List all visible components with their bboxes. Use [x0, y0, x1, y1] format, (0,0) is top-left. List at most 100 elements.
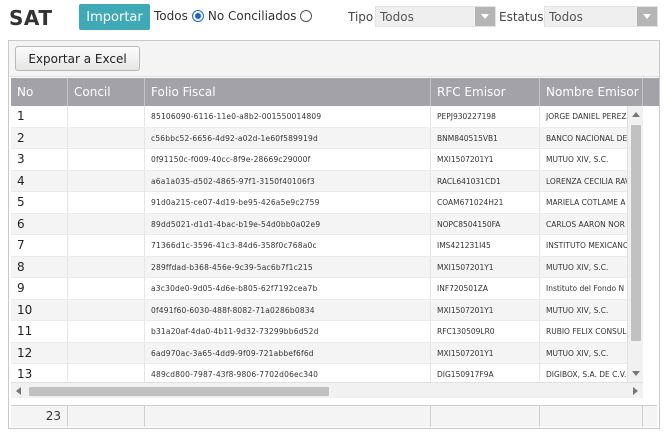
column-header-rfc-emisor[interactable]: RFC Emisor [431, 78, 540, 106]
tipo-label: Tipo [348, 10, 374, 24]
table-row[interactable]: 6 89dd5021-d1d1-4bac-b19e-54d0bb0a02e9 NOP… [11, 213, 627, 235]
table-row[interactable]: 8 289ffdad-b368-456e-9c39-5ac6b7f1c215 MXI… [11, 256, 627, 278]
cell-concil [68, 364, 145, 382]
chevron-down-icon[interactable] [637, 7, 657, 26]
cell-rfc-emisor: MXI1507201Y1 [431, 299, 540, 321]
cell-no: 4 [11, 170, 68, 192]
grid-header-filler [643, 78, 659, 106]
cell-no: 11 [11, 321, 68, 342]
estatus-label: Estatus [499, 10, 544, 24]
cell-folio-fiscal: a6a1a035-d502-4865-97f1-3150f40106f3 [145, 170, 431, 192]
cell-folio-fiscal: 91d0a215-ce07-4d19-be95-426a5e9c2759 [145, 192, 431, 213]
grid-footer: 23 [11, 405, 657, 427]
cell-folio-fiscal: 71366d1c-3596-41c3-84d6-358f0c768a0c [145, 235, 431, 256]
cell-rfc-emisor: MXI1507201Y1 [431, 149, 540, 170]
chevron-down-icon[interactable] [475, 7, 495, 26]
cell-no: 9 [11, 278, 68, 299]
vertical-scroll-thumb[interactable] [631, 125, 641, 341]
cell-rfc-emisor: BNM840515VB1 [431, 127, 540, 149]
cell-no: 3 [11, 149, 68, 170]
scroll-left-icon[interactable] [16, 387, 21, 395]
row-count: 23 [11, 406, 68, 427]
estatus-select-value: Todos [549, 10, 583, 24]
cell-no: 12 [11, 342, 68, 364]
table-row[interactable]: 3 0f91150c-f009-40cc-8f9e-28669c29000f MXI… [11, 149, 627, 171]
vertical-scrollbar[interactable] [627, 106, 643, 382]
horizontal-scroll-thumb[interactable] [29, 387, 329, 396]
cell-concil [68, 149, 145, 170]
scroll-up-icon[interactable] [632, 112, 640, 117]
radio-unreconciled[interactable] [300, 10, 313, 22]
table-row[interactable]: 11 b31a20af-4da0-4b11-9d32-73299bb6d52d RF… [11, 321, 627, 343]
scroll-down-icon[interactable] [632, 371, 640, 376]
cell-folio-fiscal: b31a20af-4da0-4b11-9d32-73299bb6d52d [145, 321, 431, 342]
cell-rfc-emisor: NOPC8504150FA [431, 213, 540, 235]
cell-concil [68, 127, 145, 149]
cell-concil [68, 256, 145, 278]
table-row[interactable]: 12 6ad970ac-3a65-4dd9-9f09-721abbef6f6d MX… [11, 342, 627, 364]
cell-concil [68, 170, 145, 192]
cell-no: 5 [11, 192, 68, 213]
footer-cell [145, 406, 431, 427]
export-excel-button[interactable]: Exportar a Excel [15, 46, 140, 71]
cell-no: 13 [11, 364, 68, 382]
cell-concil [68, 342, 145, 364]
cell-rfc-emisor: IMS421231I45 [431, 235, 540, 256]
table-row[interactable]: 9 a3c30de0-9d05-4d6e-b805-62f7192cea7b INF… [11, 278, 627, 300]
cell-folio-fiscal: c56bbc52-6656-4d92-a02d-1e60f589919d [145, 127, 431, 149]
cell-nombre-emisor: BANCO NACIONAL DE [540, 128, 627, 149]
cell-folio-fiscal: 489cd800-7987-43f8-9806-7702d06ec340 [145, 364, 431, 382]
table-row[interactable]: 4 a6a1a035-d502-4865-97f1-3150f40106f3 RAC… [11, 170, 627, 192]
cell-concil [68, 192, 145, 213]
cell-concil [68, 278, 145, 299]
cell-rfc-emisor: RACL641031CD1 [431, 170, 540, 192]
grid-toolbar: Exportar a Excel [9, 41, 659, 77]
footer-cell [68, 406, 145, 427]
cell-no: 10 [11, 299, 68, 321]
estatus-select[interactable]: Todos [544, 6, 658, 27]
radio-all[interactable] [191, 10, 204, 22]
cell-nombre-emisor: MUTUO XIV, S.C. [540, 300, 627, 321]
tipo-select[interactable]: Todos [375, 6, 496, 27]
footer-cell [540, 406, 643, 427]
scroll-right-icon[interactable] [633, 387, 638, 395]
column-header-concil[interactable]: Concil [68, 78, 145, 106]
cell-folio-fiscal: 85106090-6116-11e0-a8b2-001550014809 [145, 106, 431, 127]
column-header-nombre-emisor[interactable]: Nombre Emisor [540, 78, 643, 106]
table-row[interactable]: 1 85106090-6116-11e0-a8b2-001550014809 PEP… [11, 106, 627, 128]
cell-rfc-emisor: COAM671024H21 [431, 192, 540, 213]
cell-rfc-emisor: DIG150917F9A [431, 364, 540, 382]
horizontal-scrollbar[interactable] [11, 382, 643, 398]
grid-body: 1 85106090-6116-11e0-a8b2-001550014809 PEP… [11, 106, 627, 382]
top-bar: SAT Importar Todos No Conciliados Tipo T… [0, 0, 667, 36]
cell-folio-fiscal: 6ad970ac-3a65-4dd9-9f09-721abbef6f6d [145, 342, 431, 364]
table-row[interactable]: 5 91d0a215-ce07-4d19-be95-426a5e9c2759 COA… [11, 192, 627, 214]
cell-nombre-emisor: Instituto del Fondo N [540, 278, 627, 299]
table-row[interactable]: 2 c56bbc52-6656-4d92-a02d-1e60f589919d BNM… [11, 127, 627, 149]
cell-nombre-emisor: LORENZA CECILIA RAV [540, 171, 627, 192]
page-title: SAT [9, 6, 53, 30]
footer-cell [431, 406, 540, 427]
radio-all-label: Todos [154, 9, 188, 23]
column-header-no[interactable]: No [11, 78, 68, 106]
cell-concil [68, 235, 145, 256]
cell-concil [68, 299, 145, 321]
table-row[interactable]: 10 0f491f60-6030-488f-8082-71a0286b0834 MX… [11, 299, 627, 321]
cell-nombre-emisor: MUTUO XIV, S.C. [540, 149, 627, 170]
column-header-folio-fiscal[interactable]: Folio Fiscal [145, 78, 431, 106]
cell-nombre-emisor: JORGE DANIEL PEREZ [540, 106, 627, 127]
cell-nombre-emisor: INSTITUTO MEXICANO [540, 235, 627, 256]
cell-no: 2 [11, 127, 68, 149]
reconcile-filter: Todos No Conciliados [154, 9, 316, 23]
tipo-select-value: Todos [380, 10, 414, 24]
cell-nombre-emisor: MARIELA COTLAME A [540, 192, 627, 213]
table-row[interactable]: 13 489cd800-7987-43f8-9806-7702d06ec340 DI… [11, 364, 627, 382]
table-row[interactable]: 7 71366d1c-3596-41c3-84d6-358f0c768a0c IMS… [11, 235, 627, 257]
cell-no: 1 [11, 106, 68, 127]
import-button[interactable]: Importar [79, 4, 150, 30]
cell-folio-fiscal: 0f491f60-6030-488f-8082-71a0286b0834 [145, 299, 431, 321]
cell-rfc-emisor: PEPJ930227198 [431, 106, 540, 127]
cell-folio-fiscal: 89dd5021-d1d1-4bac-b19e-54d0bb0a02e9 [145, 213, 431, 235]
cell-no: 6 [11, 213, 68, 235]
cell-rfc-emisor: MXI1507201Y1 [431, 256, 540, 278]
